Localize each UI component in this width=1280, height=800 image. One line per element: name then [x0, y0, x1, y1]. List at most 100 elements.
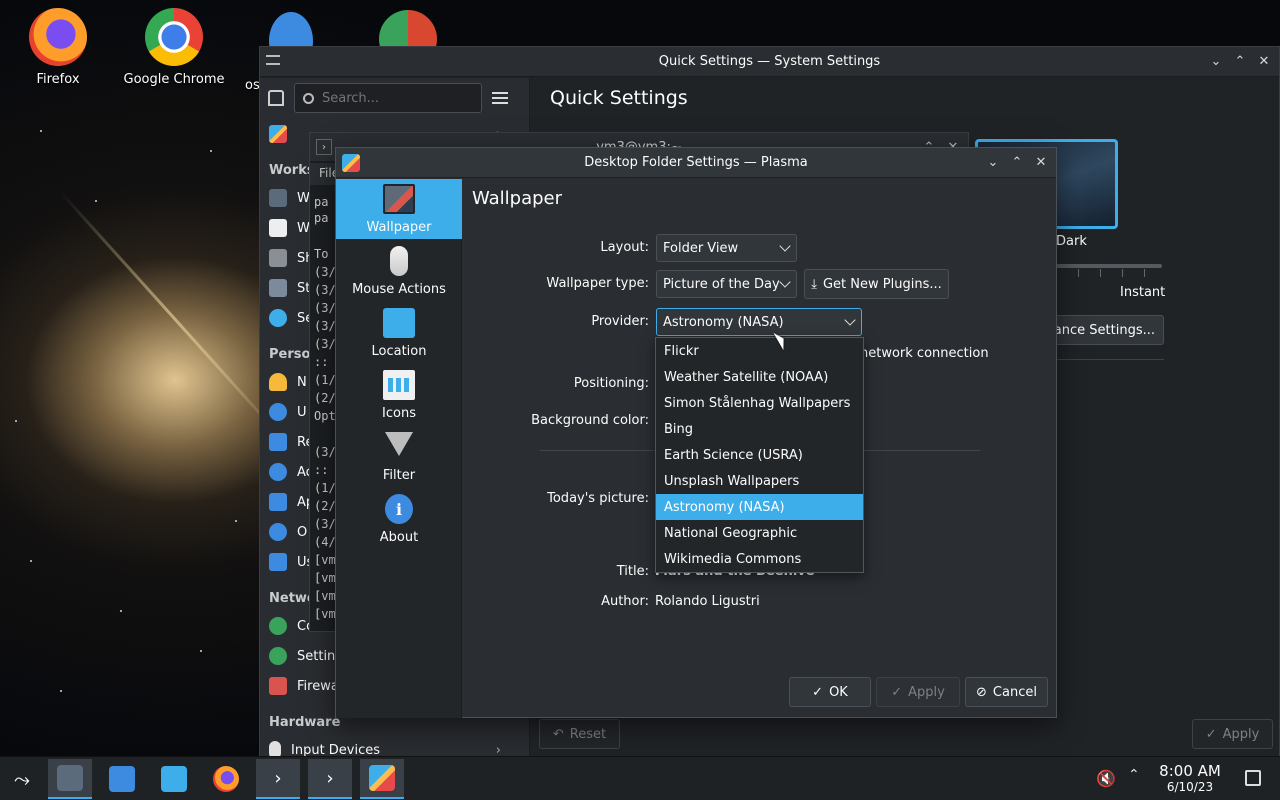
terminal-icon: ›	[326, 767, 334, 789]
dialog-navigation: Wallpaper Mouse Actions Location Icons F…	[336, 179, 462, 718]
maximize-icon[interactable]: ⌃	[1010, 155, 1024, 170]
reset-button[interactable]: ↶ Reset	[539, 719, 620, 749]
startup-icon	[269, 279, 287, 297]
volume-muted-icon[interactable]: 🔇	[1096, 769, 1116, 788]
taskbar-discover[interactable]	[100, 759, 144, 799]
dialog-titlebar[interactable]: Desktop Folder Settings — Plasma ⌄ ⌃ ✕	[336, 148, 1056, 178]
chevron-up-icon[interactable]: ⌃	[1128, 767, 1140, 783]
reset-icon: ↶	[552, 726, 564, 742]
terminal-line: ::	[314, 463, 329, 477]
window-title: Quick Settings — System Settings	[658, 54, 881, 69]
system-settings-titlebar[interactable]: Quick Settings — System Settings ⌄ ⌃ ✕	[260, 47, 1279, 77]
provider-option[interactable]: Simon Stålenhag Wallpapers	[656, 390, 863, 416]
provider-option[interactable]: Astronomy (NASA)	[656, 494, 863, 520]
home-icon[interactable]	[268, 90, 284, 106]
wallpaper-type-label: Wallpaper type:	[546, 276, 649, 291]
provider-option[interactable]: Weather Satellite (NOAA)	[656, 364, 863, 390]
taskbar-firefox[interactable]	[204, 759, 248, 799]
provider-option[interactable]: Flickr	[656, 338, 863, 364]
sidebar-item-label: W	[297, 190, 310, 206]
folder-icon	[161, 766, 187, 792]
sidebar-item-label: O	[297, 524, 308, 540]
firefox-icon	[213, 766, 239, 792]
desktop-icon-chrome[interactable]: Google Chrome	[119, 8, 229, 87]
provider-option[interactable]: Unsplash Wallpapers	[656, 468, 863, 494]
layout-value: Folder View	[663, 240, 739, 256]
apply-label: Apply	[908, 684, 945, 700]
application-launcher[interactable]: ⤳	[0, 759, 44, 799]
nav-icons[interactable]: Icons	[336, 365, 462, 425]
animation-speed-slider[interactable]	[1056, 264, 1162, 268]
close-icon[interactable]: ✕	[1257, 54, 1271, 69]
taskbar-file-manager[interactable]	[152, 759, 196, 799]
provider-option[interactable]: Wikimedia Commons	[656, 546, 863, 572]
provider-option[interactable]: National Geographic	[656, 520, 863, 546]
nav-about[interactable]: i About	[336, 489, 462, 549]
provider-combo[interactable]: Astronomy (NASA)	[656, 308, 862, 336]
taskbar-konsole-1[interactable]: ›	[256, 759, 300, 799]
konsole-icon: ›	[274, 767, 282, 789]
workspace-icon	[269, 189, 287, 207]
ok-button[interactable]: ✓ OK	[789, 677, 871, 707]
terminal-line: pa	[314, 195, 329, 209]
search-input[interactable]	[322, 90, 462, 106]
shopping-bag-icon	[109, 766, 135, 792]
terminal-line: [vm	[314, 589, 336, 603]
star	[210, 150, 212, 152]
nav-filter[interactable]: Filter	[336, 427, 462, 487]
nav-label: Mouse Actions	[352, 282, 446, 297]
taskbar-konsole-2[interactable]: ›	[308, 759, 352, 799]
taskbar: ⤳ › › 🔇 ⌃ 8:00 AM 6/10/23	[0, 756, 1280, 800]
provider-option[interactable]: Bing	[656, 416, 863, 442]
star	[40, 130, 42, 132]
window-menu-icon[interactable]	[266, 55, 280, 65]
network-connection-label: network connection	[860, 346, 989, 361]
get-new-plugins-button[interactable]: ⤓ Get New Plugins...	[804, 269, 949, 299]
todays-picture-label: Today's picture:	[547, 491, 649, 506]
animation-speed-label: Instant	[1120, 285, 1166, 300]
slider-ticks	[1056, 269, 1162, 277]
nav-label: About	[379, 530, 419, 545]
close-icon[interactable]: ✕	[1034, 155, 1048, 170]
desktop-icon-firefox[interactable]: Firefox	[3, 8, 113, 87]
wallpaper-icon	[383, 184, 415, 214]
taskbar-plasma-settings[interactable]	[360, 759, 404, 799]
positioning-label: Positioning:	[573, 376, 649, 391]
layout-combo[interactable]: Folder View	[656, 234, 797, 262]
cancel-button[interactable]: ⊘ Cancel	[965, 677, 1048, 707]
filter-icon	[385, 432, 413, 456]
provider-dropdown-list[interactable]: Flickr Weather Satellite (NOAA) Simon Stål…	[655, 337, 864, 573]
launcher-icon: ⤳	[14, 767, 30, 791]
apply-label: Apply	[1222, 726, 1260, 742]
title-label: Title:	[616, 564, 649, 579]
wallpaper-type-value: Picture of the Day	[663, 276, 780, 292]
hamburger-menu-icon[interactable]	[492, 92, 508, 104]
maximize-icon[interactable]: ⌃	[1233, 54, 1247, 69]
search-field[interactable]	[294, 83, 482, 113]
taskbar-system-settings[interactable]	[48, 759, 92, 799]
nav-wallpaper[interactable]: Wallpaper	[336, 179, 462, 239]
minimize-icon[interactable]: ⌄	[986, 155, 1000, 170]
check-icon: ✓	[812, 684, 824, 700]
clock-time: 8:00 AM	[1159, 762, 1221, 780]
apply-button[interactable]: ✓ Apply	[876, 677, 960, 707]
provider-option[interactable]: Earth Science (USRA)	[656, 442, 863, 468]
sidebar-item-label: Firewa	[297, 678, 339, 694]
system-apply-button[interactable]: ✓ Apply	[1192, 719, 1273, 749]
clock[interactable]: 8:00 AM 6/10/23	[1150, 763, 1230, 795]
nav-mouse-actions[interactable]: Mouse Actions	[336, 241, 462, 301]
wallpaper-type-combo[interactable]: Picture of the Day	[656, 270, 797, 298]
chevron-down-icon	[779, 276, 791, 288]
show-desktop-icon[interactable]	[1245, 770, 1261, 786]
nav-location[interactable]: Location	[336, 303, 462, 363]
plasma-settings-icon	[342, 154, 360, 172]
minimize-icon[interactable]: ⌄	[1209, 54, 1223, 69]
sidebar-item-label: U	[297, 404, 307, 420]
keyboard-icon	[269, 249, 287, 267]
section-hardware: Hardware	[269, 715, 341, 730]
provider-value: Astronomy (NASA)	[663, 314, 784, 330]
search-settings-icon	[269, 309, 287, 327]
nav-label: Filter	[382, 468, 416, 483]
star	[30, 560, 32, 562]
users-icon	[269, 403, 287, 421]
